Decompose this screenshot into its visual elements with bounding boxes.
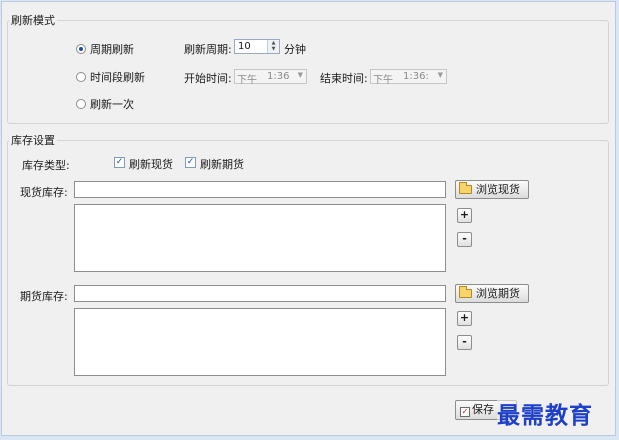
radio-periodic-refresh[interactable]	[76, 44, 86, 54]
end-time-value: 1:36:	[403, 71, 429, 82]
browse-spot-label[interactable]: 浏览现货	[476, 183, 520, 196]
period-unit: 分钟	[284, 43, 306, 56]
spot-add-button[interactable]: +	[457, 208, 472, 223]
watermark-logo: 最需教育	[497, 396, 593, 430]
period-value[interactable]: 10	[238, 41, 251, 52]
radio-periodic-refresh-label[interactable]: 周期刷新	[90, 41, 134, 57]
futures-remove-button[interactable]: -	[457, 335, 472, 350]
end-time-label: 结束时间:	[320, 72, 368, 85]
start-ampm: 下午	[237, 75, 257, 86]
futures-add-button[interactable]: +	[457, 311, 472, 326]
refresh-mode-title: 刷新模式	[9, 12, 57, 28]
start-time-value: 1:36	[267, 71, 290, 82]
stock-settings-title: 库存设置	[9, 132, 57, 148]
browse-spot-button[interactable]: 浏览现货	[455, 180, 529, 199]
folder-icon	[459, 182, 472, 194]
end-time-picker[interactable]: 下午 1:36: ▼	[370, 69, 447, 86]
spot-inventory-label: 现货库存:	[20, 186, 68, 199]
check-refresh-futures[interactable]: ✓	[185, 157, 196, 168]
plus-icon: +	[459, 311, 470, 324]
start-time-label: 开始时间:	[184, 72, 232, 85]
futures-inventory-list[interactable]	[74, 308, 446, 376]
save-button-label[interactable]: 保存	[472, 403, 494, 416]
check-refresh-spot[interactable]: ✓	[114, 157, 125, 168]
end-ampm: 下午	[373, 75, 393, 86]
folder-icon	[459, 286, 472, 298]
radio-refresh-once-label[interactable]: 刷新一次	[90, 96, 134, 112]
minus-icon: -	[462, 335, 467, 348]
period-stepper-arrows[interactable]: ▲ ▼	[267, 40, 279, 53]
period-stepper[interactable]: 10 ▲ ▼	[234, 39, 280, 54]
chevron-down-icon[interactable]: ▼	[298, 71, 303, 79]
browse-futures-button[interactable]: 浏览期货	[455, 284, 529, 303]
spot-inventory-list[interactable]	[74, 204, 446, 272]
spot-remove-button[interactable]: -	[457, 232, 472, 247]
minus-icon: -	[462, 232, 467, 245]
chevron-down-icon[interactable]: ▼	[438, 71, 443, 79]
start-time-picker[interactable]: 下午 1:36 ▼	[234, 69, 307, 86]
futures-inventory-input[interactable]	[74, 285, 446, 302]
stock-type-label: 库存类型:	[22, 159, 70, 172]
settings-panel: 刷新模式 周期刷新 时间段刷新 刷新一次 刷新周期: 10 ▲ ▼ 分钟 开始时…	[1, 1, 616, 436]
stepper-down-icon[interactable]: ▼	[268, 46, 279, 52]
check-refresh-futures-label[interactable]: 刷新期货	[200, 156, 244, 172]
check-refresh-spot-label[interactable]: 刷新现货	[129, 156, 173, 172]
period-label: 刷新周期:	[184, 43, 232, 56]
radio-timeslot-refresh[interactable]	[76, 72, 86, 82]
plus-icon: +	[459, 208, 470, 221]
radio-refresh-once[interactable]	[76, 99, 86, 109]
spot-inventory-input[interactable]	[74, 181, 446, 198]
radio-timeslot-refresh-label[interactable]: 时间段刷新	[90, 69, 145, 85]
save-icon: ✓	[460, 407, 470, 417]
browse-futures-label[interactable]: 浏览期货	[476, 287, 520, 300]
futures-inventory-label: 期货库存:	[20, 290, 68, 303]
